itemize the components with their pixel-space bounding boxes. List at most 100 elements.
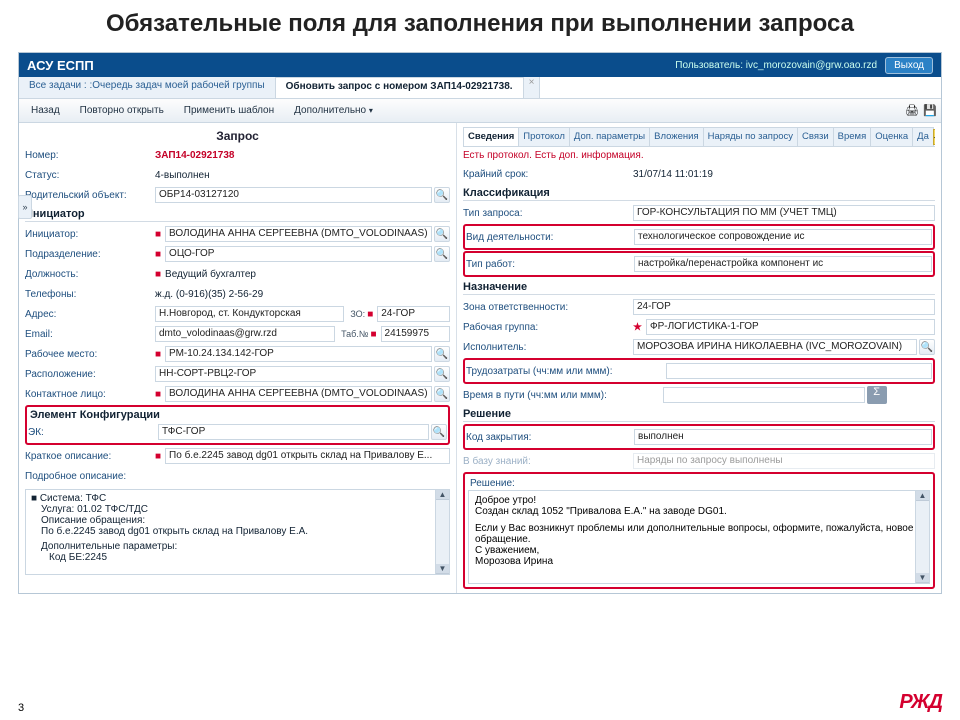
unit-label: Подразделение:	[25, 249, 155, 260]
page-number: 3	[18, 702, 24, 714]
tab-more[interactable]: Да	[912, 127, 934, 146]
travel-field[interactable]	[663, 387, 865, 403]
worktype-field[interactable]: настройка/перенастройка компонент ис	[634, 256, 932, 272]
assignment-section: Назначение	[463, 278, 935, 295]
tab-links[interactable]: Связи	[797, 127, 834, 146]
back-button[interactable]: Назад	[23, 103, 68, 118]
email-field[interactable]: dmto_volodinaas@grw.rzd	[155, 326, 335, 342]
address-label: Адрес:	[25, 309, 155, 320]
zone-field[interactable]: 24-ГОР	[633, 299, 935, 315]
sidebar-collapse[interactable]: »	[18, 195, 32, 219]
kb-field: Наряды по запросу выполнены	[633, 453, 935, 469]
solution-text[interactable]: Доброе утро! Создан склад 1052 "Привалов…	[468, 490, 930, 584]
lookup-icon[interactable]: 🔍	[434, 366, 450, 382]
exit-button[interactable]: Выход	[885, 57, 933, 74]
config-section-highlight: Элемент Конфигурации ЭК:ТФС-ГОР🔍	[25, 405, 450, 445]
tab-attach[interactable]: Вложения	[649, 127, 704, 146]
status-label: Статус:	[25, 170, 155, 181]
initiator-label: Инициатор:	[25, 229, 155, 240]
tab-orders[interactable]: Наряды по запросу	[703, 127, 798, 146]
closecode-label: Код закрытия:	[466, 432, 634, 443]
tab-rating[interactable]: Оценка	[870, 127, 913, 146]
parent-field[interactable]: ОБР14-03127120	[155, 187, 432, 203]
lookup-icon[interactable]: 🔍	[434, 386, 450, 402]
group-field[interactable]: ФР-ЛОГИСТИКА-1-ГОР	[646, 319, 935, 335]
initiator-section: Инициатор	[25, 205, 450, 222]
closecode-highlight: Код закрытия:выполнен	[463, 424, 935, 450]
initiator-field[interactable]: ВОЛОДИНА АННА СЕРГЕЕВНА (DMTO_VOLODINAAS…	[165, 226, 432, 242]
sum-button[interactable]: Σ	[867, 386, 887, 404]
worktype-label: Тип работ:	[466, 259, 634, 270]
number-label: Номер:	[25, 150, 155, 161]
tab-time[interactable]: Время	[833, 127, 872, 146]
tab-info[interactable]: Сведения	[463, 127, 519, 146]
phones-label: Телефоны:	[25, 289, 155, 300]
breadcrumb-close[interactable]: ×	[524, 77, 541, 98]
tab-params[interactable]: Доп. параметры	[569, 127, 650, 146]
print-icon[interactable]: 🖨	[905, 104, 919, 118]
zone-label: Зона ответственности:	[463, 302, 633, 313]
slide-footer: 3 РЖД	[18, 691, 942, 714]
apply-template-button[interactable]: Применить шаблон	[176, 103, 282, 118]
full-description: ■ Система: ТФС Услуга: 01.02 ТФС/ТДС Опи…	[25, 489, 450, 575]
user-info: Пользователь: ivc_morozovain@grw.oao.rzd	[675, 60, 877, 71]
workplace-field[interactable]: РМ-10.24.134.142-ГОР	[165, 346, 432, 362]
lookup-icon[interactable]: 🔍	[434, 187, 450, 203]
warning-text: Есть протокол. Есть доп. информация.	[463, 147, 935, 164]
classification-section: Классификация	[463, 184, 935, 201]
tabs-row: Сведения Протокол Доп. параметры Вложени…	[463, 127, 935, 147]
workplace-label: Рабочее место:	[25, 349, 155, 360]
group-label: Рабочая группа:	[463, 322, 633, 333]
worktype-highlight: Тип работ:настройка/перенастройка компон…	[463, 251, 935, 277]
labor-label: Трудозатраты (чч:мм или ммм):	[466, 366, 666, 377]
address-field[interactable]: Н.Новгород, ст. Кондукторская	[155, 306, 344, 322]
kb-label: В базу знаний:	[463, 456, 633, 467]
scrollbar[interactable]: ▲▼	[435, 490, 449, 574]
reopen-button[interactable]: Повторно открыть	[72, 103, 172, 118]
scrollbar[interactable]: ▲▼	[915, 491, 929, 583]
request-title: Запрос	[25, 127, 450, 145]
rzd-logo: РЖД	[899, 691, 942, 714]
content: Запрос Номер:ЗАП14-02921738 Статус:4-вып…	[19, 123, 941, 593]
lookup-icon[interactable]: 🔍	[431, 424, 447, 440]
config-section: Элемент Конфигурации	[28, 408, 447, 422]
lookup-icon[interactable]: 🔍	[434, 246, 450, 262]
deadline-label: Крайний срок:	[463, 169, 633, 180]
brief-label: Краткое описание:	[25, 451, 155, 462]
breadcrumb-active-tab[interactable]: Обновить запрос с номером ЗАП14-02921738…	[276, 77, 524, 98]
brief-field[interactable]: По б.е.2245 завод dg01 открыть склад на …	[165, 448, 450, 464]
app-window: АСУ ЕСПП Пользователь: ivc_morozovain@gr…	[18, 52, 942, 594]
reqtype-field[interactable]: ГОР-КОНСУЛЬТАЦИЯ ПО ММ (УЧЕТ ТМЦ)	[633, 205, 935, 221]
labor-highlight: Трудозатраты (чч:мм или ммм):	[463, 358, 935, 384]
tabno-field[interactable]: 24159975	[381, 326, 450, 342]
solution-highlight: Решение: Доброе утро! Создан склад 1052 …	[463, 472, 935, 589]
save-icon[interactable]: 💾	[923, 104, 937, 118]
tabs-prev[interactable]: ◀	[933, 129, 935, 145]
exec-field[interactable]: МОРОЗОВА ИРИНА НИКОЛАЕВНА (IVC_MOROZOVAI…	[633, 339, 917, 355]
activity-field[interactable]: технологическое сопровождение ис	[634, 229, 932, 245]
location-field[interactable]: НН-СОРТ-РВЦ2-ГОР	[155, 366, 432, 382]
parent-label: Родительский объект:	[25, 190, 155, 201]
breadcrumb-all-tasks[interactable]: Все задачи : :Очередь задач моей рабочей…	[19, 77, 276, 98]
position-label: Должность:	[25, 269, 155, 280]
closecode-field[interactable]: выполнен	[634, 429, 932, 445]
contact-field[interactable]: ВОЛОДИНА АННА СЕРГЕЕВНА (DMTO_VOLODINAAS…	[165, 386, 432, 402]
activity-highlight: Вид деятельности:технологическое сопрово…	[463, 224, 935, 250]
travel-label: Время в пути (чч:мм или ммм):	[463, 390, 663, 401]
app-brand: АСУ ЕСПП	[27, 58, 94, 73]
topbar: АСУ ЕСПП Пользователь: ivc_morozovain@gr…	[19, 53, 941, 77]
ek-field[interactable]: ТФС-ГОР	[158, 424, 429, 440]
labor-field[interactable]	[666, 363, 932, 379]
tab-protocol[interactable]: Протокол	[518, 127, 570, 146]
status-value: 4-выполнен	[155, 170, 450, 181]
lookup-icon[interactable]: 🔍	[434, 346, 450, 362]
unit-field[interactable]: ОЦО-ГОР	[165, 246, 432, 262]
reqtype-label: Тип запроса:	[463, 208, 633, 219]
more-button[interactable]: Дополнительно ▾	[286, 103, 381, 118]
request-number[interactable]: ЗАП14-02921738	[155, 150, 235, 161]
lookup-icon[interactable]: 🔍	[919, 339, 935, 355]
lookup-icon[interactable]: 🔍	[434, 226, 450, 242]
zo-field[interactable]: 24-ГОР	[377, 306, 450, 322]
phones-value: ж.д. (0-916)(35) 2-56-29	[155, 289, 450, 300]
slide-title: Обязательные поля для заполнения при вып…	[0, 0, 960, 52]
